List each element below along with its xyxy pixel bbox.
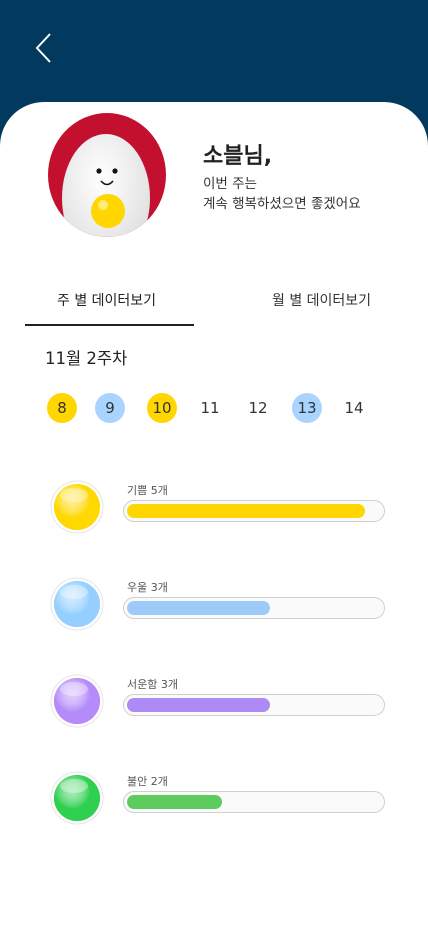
emotion-row-anxiety: 불안 2개 — [0, 771, 428, 841]
emotion-bar-track — [123, 694, 385, 716]
day-12[interactable]: 12 — [243, 393, 273, 423]
day-13[interactable]: 13 — [292, 393, 322, 423]
tab-weekly[interactable]: 주 별 데이터보기 — [57, 290, 156, 310]
chevron-left-icon[interactable] — [30, 30, 58, 66]
emotion-row-joy: 기쁨 5개 — [0, 480, 428, 550]
day-8[interactable]: 8 — [47, 393, 77, 423]
emotion-label: 우울 3개 — [127, 581, 168, 594]
profile-message-line2: 계속 행복하셨으면 좋겠어요 — [203, 196, 361, 212]
joy-orb-icon — [50, 480, 104, 534]
tab-monthly[interactable]: 월 별 데이터보기 — [272, 290, 371, 310]
gloom-orb-icon — [50, 577, 104, 631]
emotion-row-sadness: 서운함 3개 — [0, 674, 428, 744]
emotion-bar-track — [123, 791, 385, 813]
profile-message: 이번 주는 계속 행복하셨으면 좋겠어요 — [203, 174, 361, 214]
week-title: 11월 2주차 — [45, 349, 128, 368]
emotion-label: 불안 2개 — [127, 775, 168, 788]
emotion-bar-fill — [127, 504, 365, 518]
sadness-orb-icon — [50, 674, 104, 728]
emotion-bar-fill — [127, 795, 222, 809]
day-10[interactable]: 10 — [147, 393, 177, 423]
emotion-bar-track — [123, 500, 385, 522]
emotion-bar-fill — [127, 601, 270, 615]
day-11[interactable]: 11 — [195, 393, 225, 423]
emotion-label: 서운함 3개 — [127, 678, 178, 691]
day-9[interactable]: 9 — [95, 393, 125, 423]
emotion-label: 기쁨 5개 — [127, 484, 168, 497]
profile-message-line1: 이번 주는 — [203, 176, 257, 192]
emotion-bar-track — [123, 597, 385, 619]
anxiety-orb-icon — [50, 771, 104, 825]
day-14[interactable]: 14 — [339, 393, 369, 423]
emotion-bar-fill — [127, 698, 270, 712]
active-tab-indicator — [25, 324, 194, 326]
profile-name: 소블님, — [203, 144, 273, 169]
emotion-row-gloom: 우울 3개 — [0, 577, 428, 647]
avatar — [48, 113, 166, 237]
